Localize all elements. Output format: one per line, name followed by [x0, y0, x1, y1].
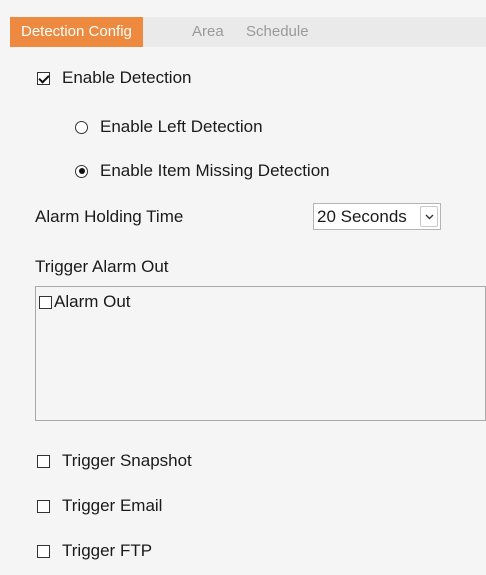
trigger-email-label: Trigger Email: [62, 496, 163, 515]
trigger-ftp-row[interactable]: Trigger FTP: [37, 540, 152, 562]
tab-detection-config[interactable]: Detection Config: [10, 17, 143, 47]
alarm-holding-time-value: 20 Seconds: [317, 206, 407, 226]
trigger-snapshot-label: Trigger Snapshot: [62, 451, 192, 470]
alarm-holding-time-label: Alarm Holding Time: [35, 207, 184, 226]
enable-item-missing-detection-radio[interactable]: [75, 164, 88, 178]
tab-area[interactable]: Area: [192, 17, 224, 47]
trigger-email-checkbox[interactable]: [37, 499, 50, 513]
enable-detection-checkbox[interactable]: [37, 71, 50, 85]
alarm-out-checkbox[interactable]: [39, 295, 52, 309]
tab-bar: Detection Config Area Schedule: [10, 17, 486, 47]
enable-left-detection-label: Enable Left Detection: [100, 117, 263, 136]
enable-left-detection-row[interactable]: Enable Left Detection: [75, 116, 263, 138]
trigger-snapshot-row[interactable]: Trigger Snapshot: [37, 450, 192, 472]
alarm-out-list: Alarm Out: [35, 286, 486, 421]
trigger-ftp-label: Trigger FTP: [62, 541, 153, 560]
tab-schedule[interactable]: Schedule: [246, 17, 309, 47]
enable-item-missing-detection-label: Enable Item Missing Detection: [100, 161, 330, 180]
trigger-snapshot-checkbox[interactable]: [37, 454, 50, 468]
alarm-out-item[interactable]: Alarm Out: [39, 292, 131, 312]
enable-detection-label: Enable Detection: [62, 68, 192, 87]
enable-detection-row[interactable]: Enable Detection: [37, 67, 191, 89]
alarm-out-label: Alarm Out: [54, 292, 131, 311]
chevron-down-icon[interactable]: [420, 206, 438, 227]
enable-item-missing-detection-row[interactable]: Enable Item Missing Detection: [75, 160, 330, 182]
trigger-alarm-out-label: Trigger Alarm Out: [35, 257, 169, 276]
alarm-holding-time-select[interactable]: 20 Seconds: [313, 203, 441, 230]
trigger-email-row[interactable]: Trigger Email: [37, 495, 162, 517]
trigger-ftp-checkbox[interactable]: [37, 544, 50, 558]
enable-left-detection-radio[interactable]: [75, 120, 88, 134]
